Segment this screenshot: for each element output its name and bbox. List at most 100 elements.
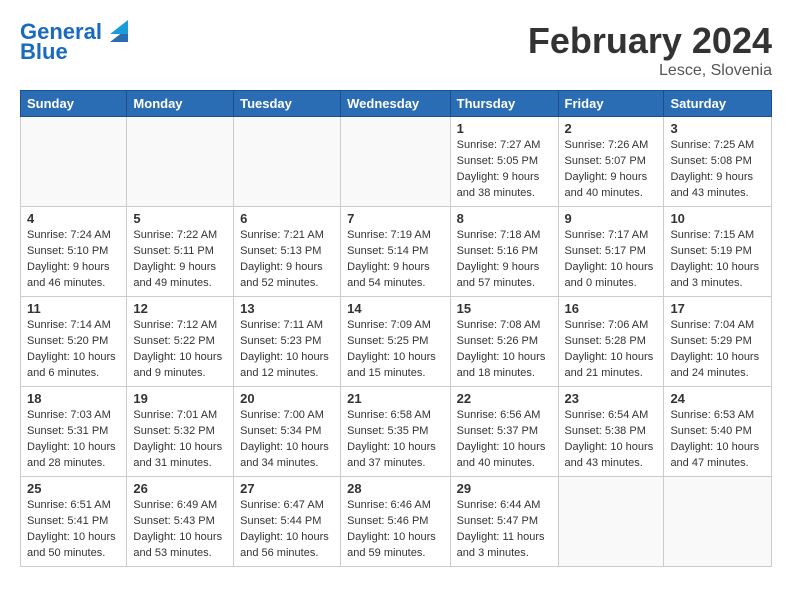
calendar-cell: 26 Sunrise: 6:49 AM Sunset: 5:43 PM Dayli…: [127, 477, 234, 567]
calendar-week-row: 11 Sunrise: 7:14 AM Sunset: 5:20 PM Dayli…: [21, 297, 772, 387]
day-number: 17: [670, 301, 765, 316]
calendar-cell: [21, 117, 127, 207]
day-info: Sunrise: 6:54 AM Sunset: 5:38 PM Dayligh…: [565, 408, 658, 472]
calendar-cell: 13 Sunrise: 7:11 AM Sunset: 5:23 PM Dayli…: [234, 297, 341, 387]
calendar-cell: 9Sunrise: 7:17 AM Sunset: 5:17 PM Daylig…: [558, 207, 664, 297]
calendar-cell: [664, 477, 772, 567]
day-number: 5: [133, 211, 227, 226]
calendar-cell: 23 Sunrise: 6:54 AM Sunset: 5:38 PM Dayli…: [558, 387, 664, 477]
calendar-cell: 1Sunrise: 7:27 AM Sunset: 5:05 PM Daylig…: [450, 117, 558, 207]
calendar-cell: [234, 117, 341, 207]
day-number: 28: [347, 481, 444, 496]
day-number: 18: [27, 391, 120, 406]
day-number: 11: [27, 301, 120, 316]
day-info: Sunrise: 6:56 AM Sunset: 5:37 PM Dayligh…: [457, 408, 552, 472]
day-info: Sunrise: 7:18 AM Sunset: 5:16 PM Dayligh…: [457, 228, 552, 292]
day-number: 16: [565, 301, 658, 316]
calendar-cell: 17 Sunrise: 7:04 AM Sunset: 5:29 PM Dayli…: [664, 297, 772, 387]
calendar-cell: 27Sunrise: 6:47 AM Sunset: 5:44 PM Dayli…: [234, 477, 341, 567]
day-number: 12: [133, 301, 227, 316]
calendar-cell: 6 Sunrise: 7:21 AM Sunset: 5:13 PM Daylig…: [234, 207, 341, 297]
day-number: 21: [347, 391, 444, 406]
calendar-cell: 2Sunrise: 7:26 AM Sunset: 5:07 PM Daylig…: [558, 117, 664, 207]
calendar-cell: [127, 117, 234, 207]
calendar-cell: 11 Sunrise: 7:14 AM Sunset: 5:20 PM Dayli…: [21, 297, 127, 387]
day-number: 26: [133, 481, 227, 496]
column-header-thursday: Thursday: [450, 91, 558, 117]
day-number: 19: [133, 391, 227, 406]
day-number: 23: [565, 391, 658, 406]
day-number: 15: [457, 301, 552, 316]
day-number: 24: [670, 391, 765, 406]
page-header: General Blue February 2024 Lesce, Sloven…: [20, 20, 772, 80]
column-header-tuesday: Tuesday: [234, 91, 341, 117]
calendar-cell: 22 Sunrise: 6:56 AM Sunset: 5:37 PM Dayli…: [450, 387, 558, 477]
calendar-week-row: 18 Sunrise: 7:03 AM Sunset: 5:31 PM Dayli…: [21, 387, 772, 477]
day-info: Sunrise: 7:22 AM Sunset: 5:11 PM Dayligh…: [133, 228, 227, 292]
calendar-cell: 18 Sunrise: 7:03 AM Sunset: 5:31 PM Dayli…: [21, 387, 127, 477]
calendar-cell: 12 Sunrise: 7:12 AM Sunset: 5:22 PM Dayli…: [127, 297, 234, 387]
column-header-saturday: Saturday: [664, 91, 772, 117]
day-info: Sunrise: 7:08 AM Sunset: 5:26 PM Dayligh…: [457, 318, 552, 382]
day-number: 14: [347, 301, 444, 316]
day-info: Sunrise: 6:47 AM Sunset: 5:44 PM Dayligh…: [240, 498, 334, 562]
day-info: Sunrise: 7:06 AM Sunset: 5:28 PM Dayligh…: [565, 318, 658, 382]
calendar-cell: [558, 477, 664, 567]
calendar-cell: 20 Sunrise: 7:00 AM Sunset: 5:34 PM Dayli…: [234, 387, 341, 477]
logo: General Blue: [20, 20, 128, 64]
day-info: Sunrise: 7:00 AM Sunset: 5:34 PM Dayligh…: [240, 408, 334, 472]
day-info: Sunrise: 7:11 AM Sunset: 5:23 PM Dayligh…: [240, 318, 334, 382]
day-info: Sunrise: 7:25 AM Sunset: 5:08 PM Dayligh…: [670, 138, 765, 202]
column-header-monday: Monday: [127, 91, 234, 117]
day-info: Sunrise: 7:04 AM Sunset: 5:29 PM Dayligh…: [670, 318, 765, 382]
day-number: 6: [240, 211, 334, 226]
calendar-cell: 29 Sunrise: 6:44 AM Sunset: 5:47 PM Dayli…: [450, 477, 558, 567]
calendar-cell: [341, 117, 451, 207]
day-number: 29: [457, 481, 552, 496]
calendar-cell: 28 Sunrise: 6:46 AM Sunset: 5:46 PM Dayli…: [341, 477, 451, 567]
calendar-cell: 7 Sunrise: 7:19 AM Sunset: 5:14 PM Daylig…: [341, 207, 451, 297]
day-number: 8: [457, 211, 552, 226]
column-header-wednesday: Wednesday: [341, 91, 451, 117]
day-number: 22: [457, 391, 552, 406]
calendar-week-row: 25Sunrise: 6:51 AM Sunset: 5:41 PM Dayli…: [21, 477, 772, 567]
day-number: 10: [670, 211, 765, 226]
calendar-header-row: SundayMondayTuesdayWednesdayThursdayFrid…: [21, 91, 772, 117]
calendar-cell: 5 Sunrise: 7:22 AM Sunset: 5:11 PM Daylig…: [127, 207, 234, 297]
day-number: 3: [670, 121, 765, 136]
day-info: Sunrise: 7:24 AM Sunset: 5:10 PM Dayligh…: [27, 228, 120, 292]
day-number: 25: [27, 481, 120, 496]
calendar-week-row: 4 Sunrise: 7:24 AM Sunset: 5:10 PM Daylig…: [21, 207, 772, 297]
day-info: Sunrise: 7:17 AM Sunset: 5:17 PM Dayligh…: [565, 228, 658, 292]
day-info: Sunrise: 7:12 AM Sunset: 5:22 PM Dayligh…: [133, 318, 227, 382]
day-info: Sunrise: 7:21 AM Sunset: 5:13 PM Dayligh…: [240, 228, 334, 292]
day-info: Sunrise: 7:26 AM Sunset: 5:07 PM Dayligh…: [565, 138, 658, 202]
day-info: Sunrise: 6:53 AM Sunset: 5:40 PM Dayligh…: [670, 408, 765, 472]
calendar-cell: 8 Sunrise: 7:18 AM Sunset: 5:16 PM Daylig…: [450, 207, 558, 297]
day-info: Sunrise: 6:44 AM Sunset: 5:47 PM Dayligh…: [457, 498, 552, 562]
calendar-cell: 3 Sunrise: 7:25 AM Sunset: 5:08 PM Daylig…: [664, 117, 772, 207]
calendar-week-row: 1Sunrise: 7:27 AM Sunset: 5:05 PM Daylig…: [21, 117, 772, 207]
day-number: 13: [240, 301, 334, 316]
calendar-cell: 21 Sunrise: 6:58 AM Sunset: 5:35 PM Dayli…: [341, 387, 451, 477]
calendar-cell: 24 Sunrise: 6:53 AM Sunset: 5:40 PM Dayli…: [664, 387, 772, 477]
day-info: Sunrise: 6:49 AM Sunset: 5:43 PM Dayligh…: [133, 498, 227, 562]
day-info: Sunrise: 7:09 AM Sunset: 5:25 PM Dayligh…: [347, 318, 444, 382]
day-info: Sunrise: 7:27 AM Sunset: 5:05 PM Dayligh…: [457, 138, 552, 202]
day-info: Sunrise: 7:03 AM Sunset: 5:31 PM Dayligh…: [27, 408, 120, 472]
day-number: 7: [347, 211, 444, 226]
calendar-cell: 14 Sunrise: 7:09 AM Sunset: 5:25 PM Dayli…: [341, 297, 451, 387]
day-info: Sunrise: 7:14 AM Sunset: 5:20 PM Dayligh…: [27, 318, 120, 382]
day-info: Sunrise: 6:46 AM Sunset: 5:46 PM Dayligh…: [347, 498, 444, 562]
day-info: Sunrise: 6:58 AM Sunset: 5:35 PM Dayligh…: [347, 408, 444, 472]
day-info: Sunrise: 7:15 AM Sunset: 5:19 PM Dayligh…: [670, 228, 765, 292]
day-info: Sunrise: 7:01 AM Sunset: 5:32 PM Dayligh…: [133, 408, 227, 472]
day-number: 20: [240, 391, 334, 406]
title-block: February 2024 Lesce, Slovenia: [528, 20, 772, 80]
month-title: February 2024: [528, 20, 772, 62]
day-info: Sunrise: 7:19 AM Sunset: 5:14 PM Dayligh…: [347, 228, 444, 292]
day-number: 4: [27, 211, 120, 226]
calendar-table: SundayMondayTuesdayWednesdayThursdayFrid…: [20, 90, 772, 567]
column-header-sunday: Sunday: [21, 91, 127, 117]
calendar-cell: 15 Sunrise: 7:08 AM Sunset: 5:26 PM Dayli…: [450, 297, 558, 387]
